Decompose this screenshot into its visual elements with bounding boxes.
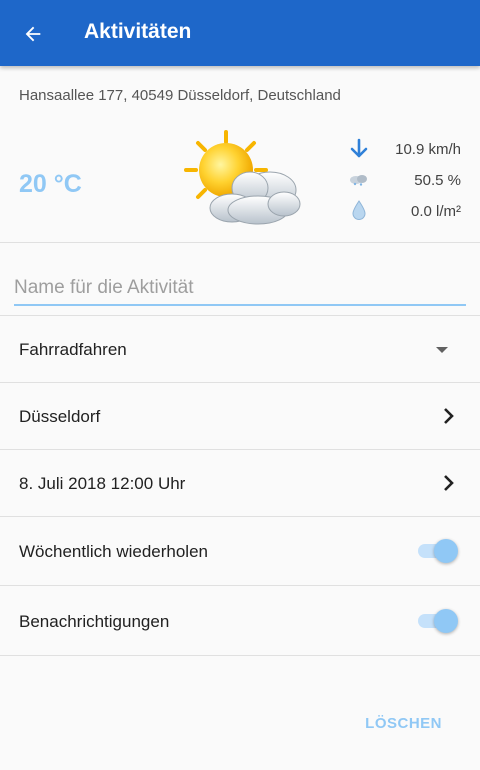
repeat-weekly-toggle[interactable] <box>418 538 458 564</box>
chevron-right-icon <box>444 408 454 424</box>
dropdown-caret-icon <box>436 347 448 353</box>
repeat-weekly-label: Wöchentlich wiederholen <box>19 542 208 561</box>
delete-button[interactable]: LÖSCHEN <box>365 715 442 732</box>
notifications-toggle[interactable] <box>418 608 458 634</box>
datetime-value: 8. Juli 2018 12:00 Uhr <box>19 474 186 493</box>
repeat-weekly-row: Wöchentlich wiederholen <box>0 517 480 585</box>
app-bar: Aktivitäten <box>0 0 480 66</box>
toggle-thumb <box>434 609 458 633</box>
location-row[interactable]: Düsseldorf <box>0 383 480 449</box>
wind-speed-value: 10.9 km/h <box>395 141 461 158</box>
location-value: Düsseldorf <box>19 407 101 426</box>
precipitation-value: 0.0 l/m² <box>410 203 461 220</box>
activity-type-value: Fahrradfahren <box>19 340 127 359</box>
divider <box>0 655 480 656</box>
humidity-icon <box>348 168 370 190</box>
arrow-left-icon <box>25 26 41 42</box>
divider <box>0 242 480 243</box>
toggle-thumb <box>434 539 458 563</box>
temperature-value: 20 °C <box>19 170 82 198</box>
wind-direction-icon <box>348 138 370 160</box>
address-text: Hansaallee 177, 40549 Düsseldorf, Deutsc… <box>19 87 341 104</box>
datetime-row[interactable]: 8. Juli 2018 12:00 Uhr <box>0 450 480 516</box>
back-button[interactable] <box>18 19 48 49</box>
activity-type-dropdown[interactable]: Fahrradfahren <box>0 316 480 382</box>
humidity-value: 50.5 % <box>414 172 461 189</box>
activity-name-input[interactable] <box>14 272 466 306</box>
chevron-right-icon <box>444 475 454 491</box>
precipitation-drop-icon <box>348 199 370 221</box>
notifications-row: Benachrichtigungen <box>0 586 480 656</box>
partly-cloudy-icon <box>184 130 301 225</box>
notifications-label: Benachrichtigungen <box>19 612 170 631</box>
page-title: Aktivitäten <box>84 20 192 43</box>
